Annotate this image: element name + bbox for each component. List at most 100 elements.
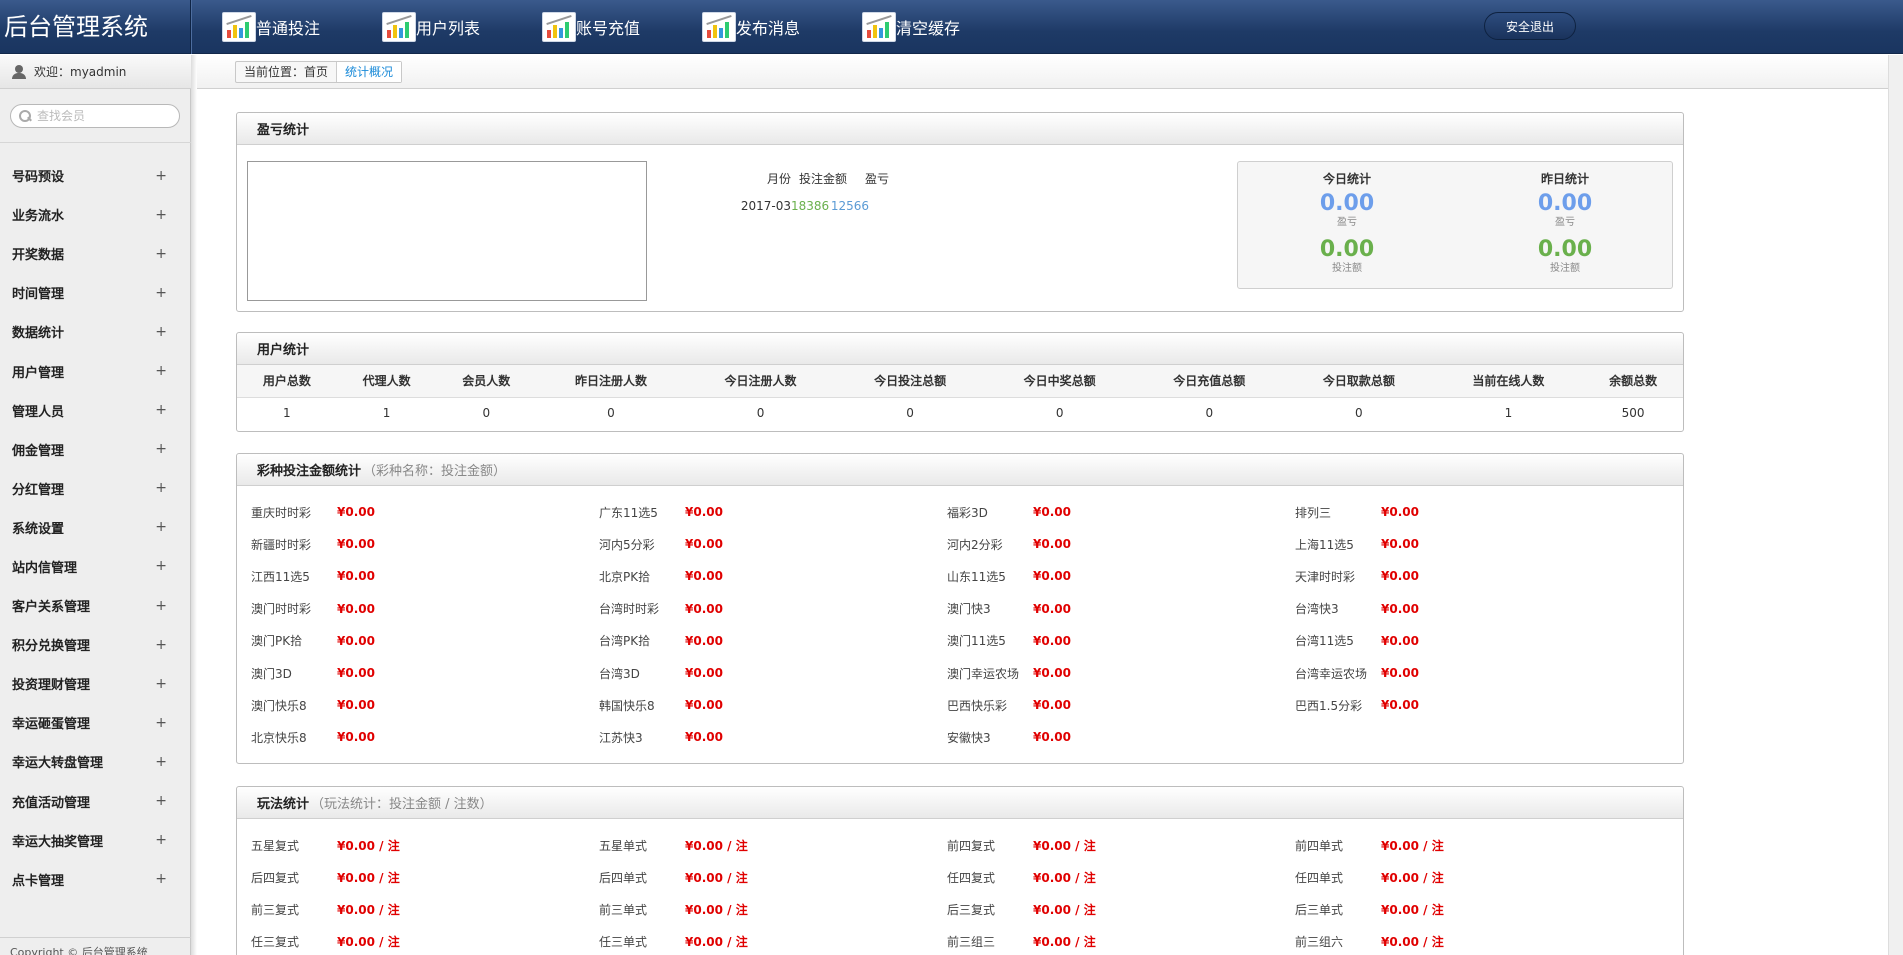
sidebar-menu-item[interactable]: 点卡管理 + (0, 860, 191, 899)
member-search-input[interactable] (37, 109, 167, 123)
item-amount: ¥0.00 / 注 (1033, 902, 1096, 917)
grid-cell: 天津时时彩 ¥0.00 (1295, 568, 1643, 585)
expand-plus-icon[interactable]: + (155, 402, 167, 418)
nav-account-recharge[interactable]: 账号充值 (542, 8, 640, 46)
user-stats-panel: 用户统计 用户总数 代理人数 会员人数 昨日注册人数 今日注册人数 今日投注总额 今日中奖总… (236, 332, 1684, 432)
item-amount: ¥0.00 (337, 666, 375, 681)
play-stats-panel: 玩法统计 （玩法统计：投注金额 / 注数） 五星复式 ¥0.00 / 注 五星单式 ¥… (236, 786, 1684, 955)
nav-user-list[interactable]: 用户列表 (382, 8, 480, 46)
expand-plus-icon[interactable]: + (155, 519, 167, 535)
expand-plus-icon[interactable]: + (155, 207, 167, 223)
sidebar-menu-label: 幸运砸蛋管理 (12, 717, 91, 733)
sidebar-menu-item[interactable]: 号码预设 + (0, 156, 191, 195)
sidebar-menu-item[interactable]: 管理人员 + (0, 391, 191, 430)
item-amount: ¥0.00 (1033, 633, 1071, 648)
sidebar-menu-item[interactable]: 开奖数据 + (0, 234, 191, 273)
sidebar-menu-item[interactable]: 幸运大转盘管理 + (0, 742, 191, 781)
user-stats-value: 1 (283, 406, 291, 421)
sidebar-menu-item[interactable]: 积分兑换管理 + (0, 625, 191, 664)
grid-cell: 前三单式 ¥0.00 / 注 (599, 901, 947, 918)
expand-plus-icon[interactable]: + (155, 558, 167, 574)
nav-label: 普通投注 (256, 19, 321, 38)
expand-plus-icon[interactable]: + (155, 168, 167, 184)
sidebar-menu-item[interactable]: 幸运大抽奖管理 + (0, 821, 191, 860)
grid-cell: 后四单式 ¥0.00 / 注 (599, 869, 947, 886)
item-amount: ¥0.00 (685, 601, 723, 616)
sidebar-menu-label: 管理人员 (12, 404, 65, 420)
sidebar-menu-item[interactable]: 佣金管理 + (0, 430, 191, 469)
today-stats: 今日统计 0.00 盈亏 0.00 投注额 (1238, 162, 1456, 275)
grid-row: 北京快乐8 ¥0.00 江苏快3 ¥0.00 安徽快3 ¥0.00 (251, 721, 1671, 753)
nav-normal-bet[interactable]: 普通投注 (222, 8, 320, 46)
expand-plus-icon[interactable]: + (155, 676, 167, 692)
sidebar-menu-item[interactable]: 客户关系管理 + (0, 586, 191, 625)
grid-cell: 江西11选5 ¥0.00 (251, 568, 599, 585)
user-stats-value: 0 (1055, 406, 1064, 421)
item-name: 任四复式 (947, 870, 996, 885)
expand-plus-icon[interactable]: + (155, 285, 167, 301)
grid-row: 五星复式 ¥0.00 / 注五星单式 ¥0.00 / 注前四复式 ¥0.00 / 注前… (251, 829, 1671, 861)
logout-button[interactable]: 安全退出 (1484, 12, 1576, 40)
sidebar-menu-label: 点卡管理 (12, 873, 65, 889)
sidebar-menu-label: 幸运大转盘管理 (12, 756, 104, 772)
item-name: 澳门11选5 (947, 634, 1006, 649)
item-name: 澳门PK拾 (251, 634, 303, 649)
breadcrumb: 当前位置：首页 统计概况 (235, 61, 403, 83)
expand-plus-icon[interactable]: + (155, 871, 167, 887)
expand-plus-icon[interactable]: + (155, 363, 167, 379)
item-amount: ¥0.00 / 注 (685, 935, 748, 950)
today-pl-value: 0.00 (1319, 191, 1375, 216)
yesterday-bet-label: 投注额 (1550, 263, 1580, 274)
sidebar-menu-item[interactable]: 系统设置 + (0, 508, 191, 547)
expand-plus-icon[interactable]: + (155, 480, 167, 496)
nav-clear-cache[interactable]: 清空缓存 (862, 8, 960, 46)
item-amount: ¥0.00 / 注 (337, 902, 400, 917)
expand-plus-icon[interactable]: + (155, 637, 167, 653)
user-stats-value-row: 1 1 0 0 0 0 0 0 0 1 500 (237, 397, 1683, 429)
expand-plus-icon[interactable]: + (155, 832, 167, 848)
sidebar-menu-item[interactable]: 站内信管理 + (0, 547, 191, 586)
grid-cell: 安徽快3 ¥0.00 (947, 729, 1295, 746)
sidebar-menu-item[interactable]: 幸运砸蛋管理 + (0, 703, 191, 742)
sidebar-divider (0, 142, 191, 143)
item-name: 后四单式 (599, 870, 648, 885)
item-name: 上海11选5 (1295, 537, 1354, 552)
grid-cell: 前四复式 ¥0.00 / 注 (947, 837, 1295, 854)
grid-cell: 前三组三 ¥0.00 / 注 (947, 933, 1295, 950)
panel-title-text: 盈亏统计 (257, 123, 310, 138)
grid-cell: 台湾PK拾 ¥0.00 (599, 632, 947, 649)
item-name: 澳门时时彩 (251, 602, 312, 617)
sidebar-menu-item[interactable]: 用户管理 + (0, 351, 191, 390)
item-amount: ¥0.00 (685, 730, 723, 745)
sidebar-menu-item[interactable]: 时间管理 + (0, 273, 191, 312)
item-amount: ¥0.00 (337, 569, 375, 584)
member-search[interactable] (10, 104, 180, 128)
sidebar-menu-item[interactable]: 数据统计 + (0, 312, 191, 351)
expand-plus-icon[interactable]: + (155, 324, 167, 340)
item-amount: ¥0.00 / 注 (685, 870, 748, 885)
item-name: 前四单式 (1295, 838, 1344, 853)
sidebar-menu-item[interactable]: 分红管理 + (0, 469, 191, 508)
search-icon (19, 110, 31, 122)
grid-cell: 福彩3D ¥0.00 (947, 504, 1295, 521)
chart-icon (702, 12, 736, 42)
user-stats-value: 0 (1355, 406, 1363, 421)
breadcrumb-home[interactable]: 当前位置：首页 (236, 62, 336, 82)
grid-cell: 前四单式 ¥0.00 / 注 (1295, 837, 1643, 854)
item-amount: ¥0.00 (1381, 698, 1419, 713)
sidebar-menu-label: 投资理财管理 (12, 678, 91, 694)
expand-plus-icon[interactable]: + (155, 793, 167, 809)
expand-plus-icon[interactable]: + (155, 754, 167, 770)
grid-row: 后四复式 ¥0.00 / 注后四单式 ¥0.00 / 注任四复式 ¥0.00 / 注任… (251, 861, 1671, 893)
expand-plus-icon[interactable]: + (155, 598, 167, 614)
sidebar-menu-item[interactable]: 业务流水 + (0, 195, 191, 234)
expand-plus-icon[interactable]: + (155, 246, 167, 262)
sidebar-menu-label: 客户关系管理 (12, 600, 91, 616)
grid-cell: 澳门幸运农场 ¥0.00 (947, 665, 1295, 682)
nav-publish-message[interactable]: 发布消息 (702, 8, 800, 46)
expand-plus-icon[interactable]: + (155, 441, 167, 457)
sidebar-menu-item[interactable]: 充值活动管理 + (0, 782, 191, 821)
vertical-scrollbar[interactable] (1888, 55, 1903, 955)
sidebar-menu-item[interactable]: 投资理财管理 + (0, 664, 191, 703)
expand-plus-icon[interactable]: + (155, 715, 167, 731)
